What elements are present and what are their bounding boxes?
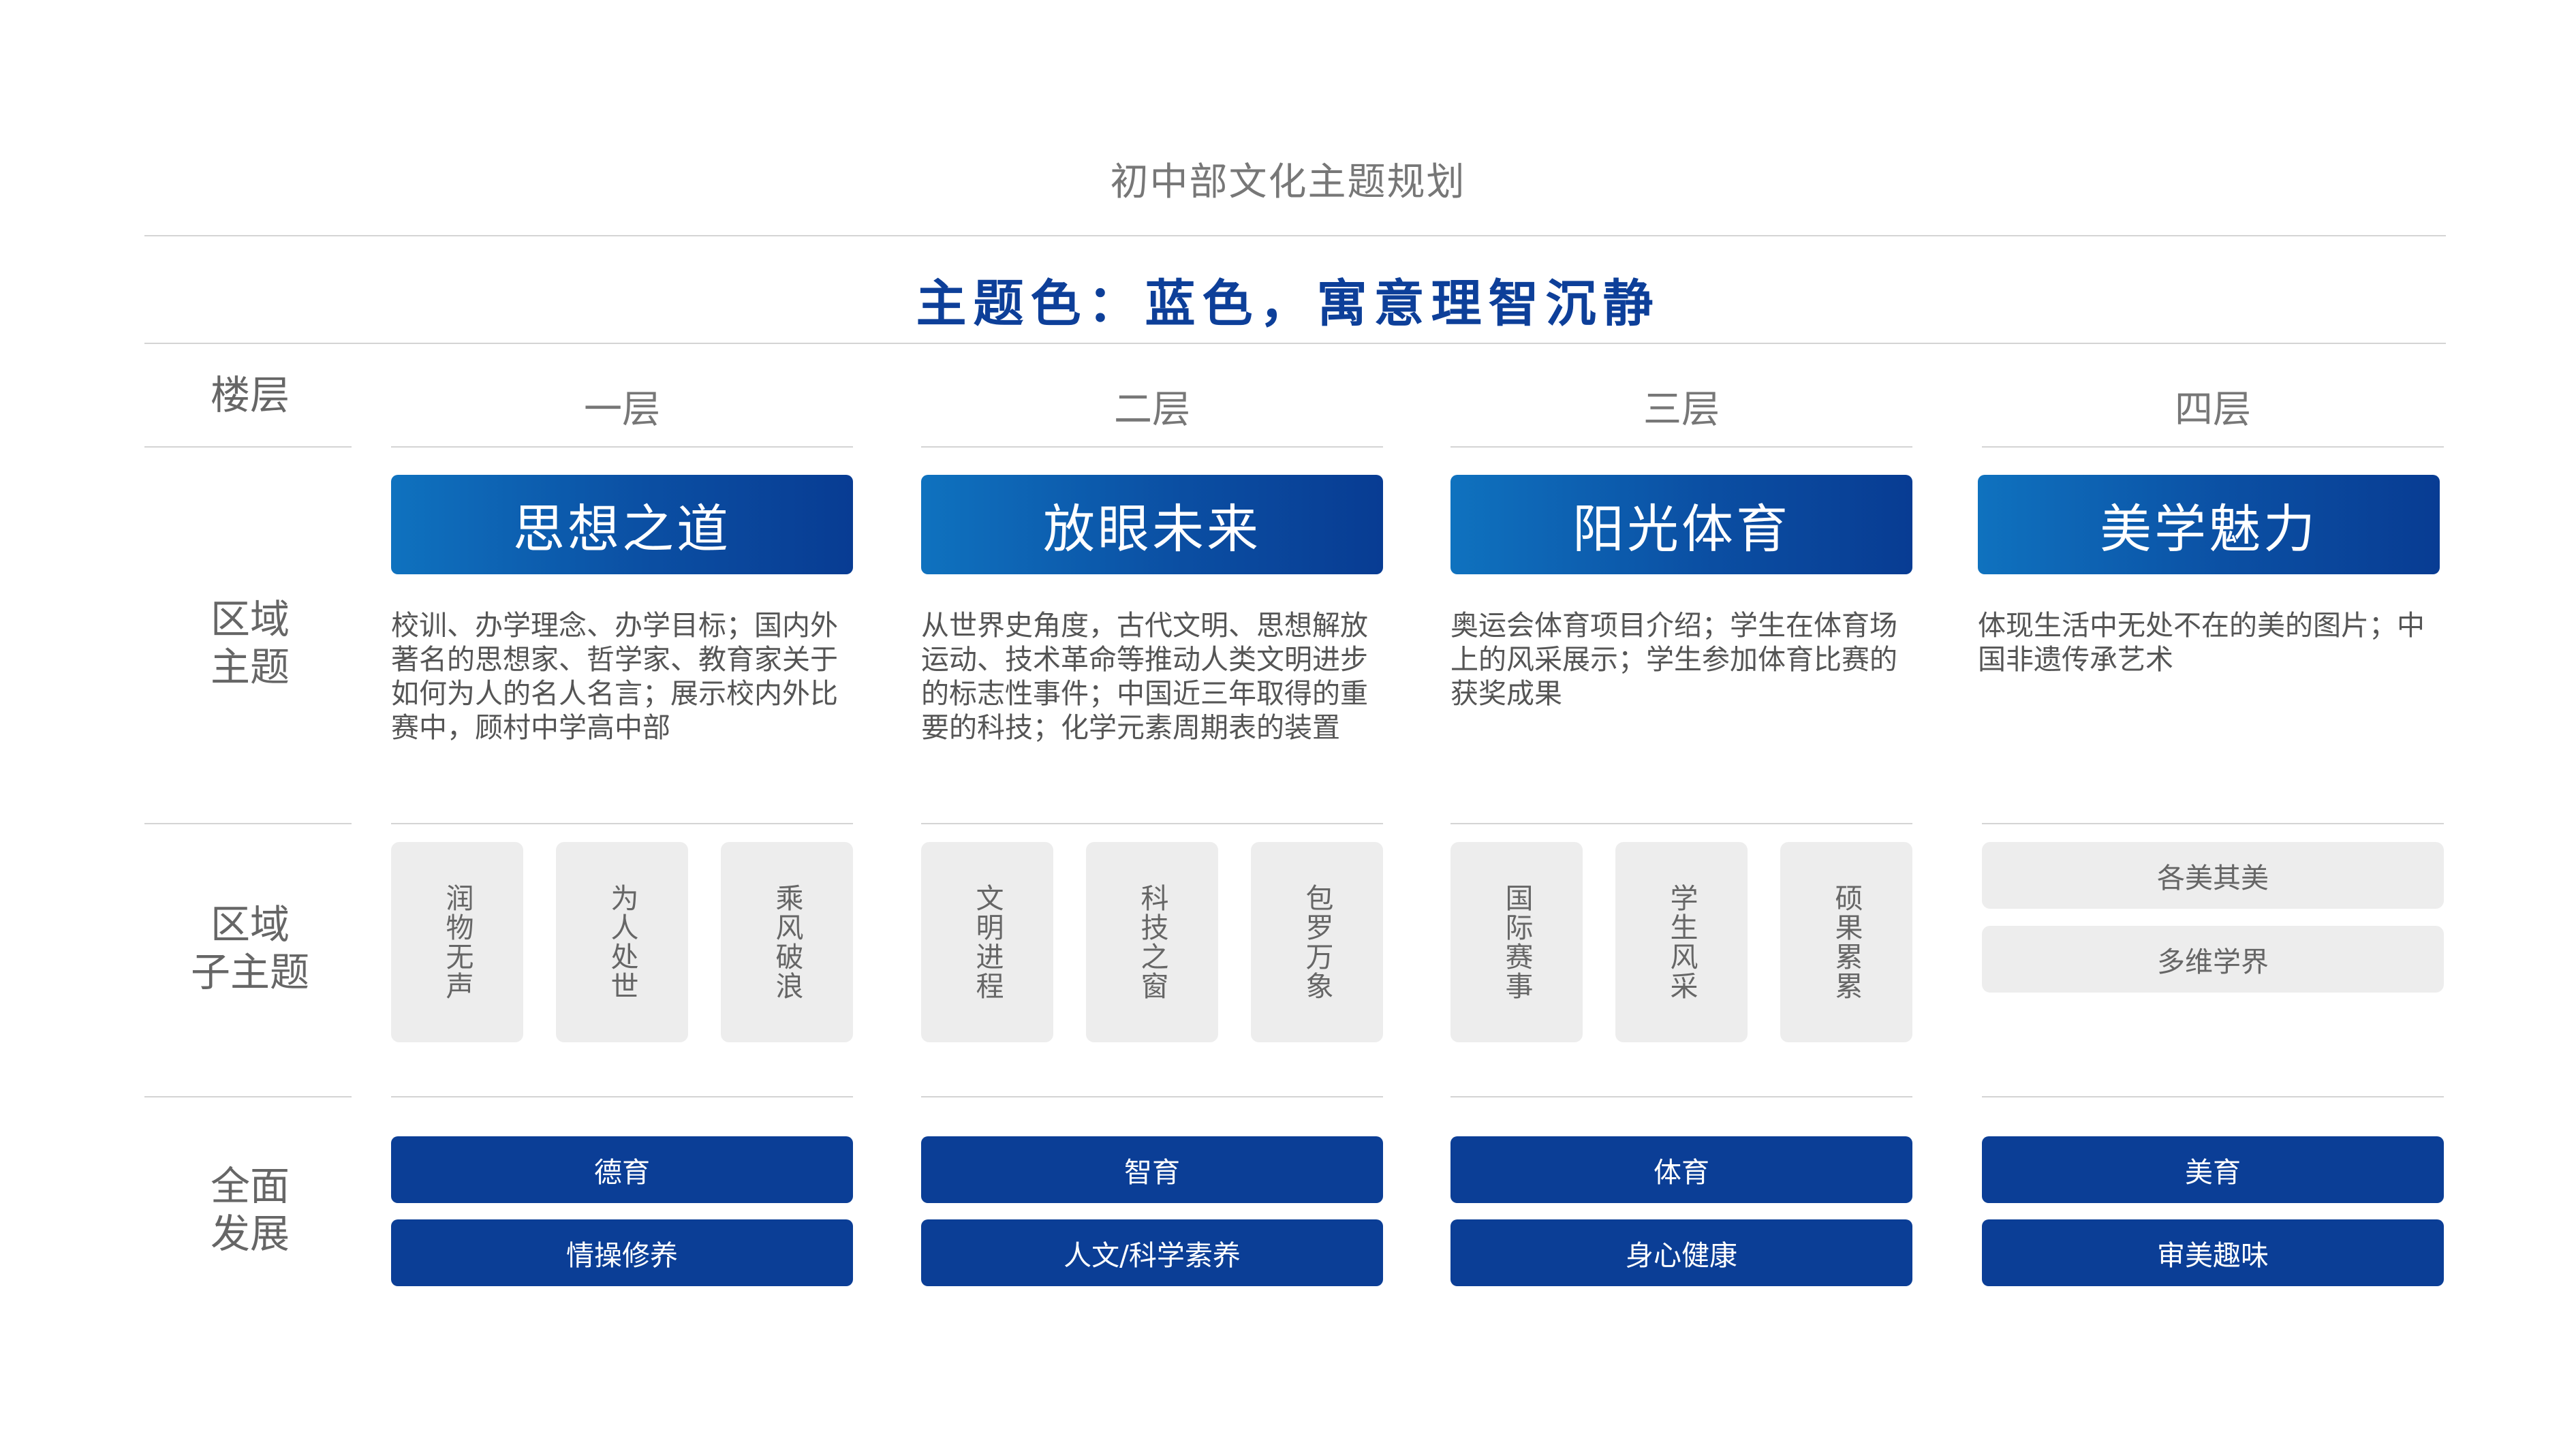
development-aspect-3: 身心健康: [1450, 1219, 1912, 1286]
zone-title-4: 美学魅力: [1978, 475, 2440, 574]
divider-banner: [144, 343, 2446, 344]
divider-floor-2: [921, 823, 1383, 824]
sub-theme-tile: 润物无声: [391, 842, 523, 1042]
sub-theme-label: 科技之窗: [1136, 884, 1168, 1001]
divider-label-col: [144, 823, 352, 824]
zone-title-1: 思想之道: [391, 475, 853, 574]
sub-theme-tile: 国际赛事: [1450, 842, 1583, 1042]
development-category-4: 美育: [1982, 1136, 2444, 1203]
row-label-sub-theme: 区域 子主题: [144, 901, 356, 996]
row-label-line: 区域: [210, 596, 290, 642]
development-aspect-1: 情操修养: [391, 1219, 853, 1286]
sub-theme-label: 文明进程: [971, 884, 1004, 1001]
zone-title-3: 阳光体育: [1450, 475, 1912, 574]
divider-floor-2: [921, 1096, 1383, 1097]
zone-description-3: 奥运会体育项目介绍；学生在体育场上的风采展示；学生参加体育比赛的获奖成果: [1450, 609, 1897, 710]
sub-theme-tile: 学生风采: [1615, 842, 1748, 1042]
divider-label-col: [144, 1096, 352, 1097]
floor-label-2: 二层: [1114, 388, 1190, 432]
row-label-line: 主题: [210, 644, 290, 690]
zone-description-2: 从世界史角度，古代文明、思想解放运动、技术革命等推动人类文明进步的标志性事件；中…: [921, 609, 1368, 744]
row-label-floor: 楼层: [144, 371, 356, 419]
divider-floor-1: [391, 446, 853, 448]
sub-theme-tile: 为人处世: [556, 842, 688, 1042]
sub-theme-tile: 硕果累累: [1780, 842, 1912, 1042]
divider-floor-1: [391, 1096, 853, 1097]
sub-theme-tile: 文明进程: [921, 842, 1053, 1042]
sub-theme-tile: 乘风破浪: [721, 842, 853, 1042]
development-category-2: 智育: [921, 1136, 1383, 1203]
row-label-development: 全面 发展: [144, 1162, 356, 1258]
row-label-line: 全面: [210, 1163, 290, 1209]
culture-theme-plan: 初中部文化主题规划 主题色：蓝色，寓意理智沉静 楼层 区域 主题 区域 子主题 …: [0, 0, 2576, 1449]
divider-floor-4: [1982, 1096, 2444, 1097]
divider-top: [144, 235, 2446, 236]
divider-floor-4: [1982, 823, 2444, 824]
sub-theme-bar: 多维学界: [1982, 926, 2444, 993]
development-category-1: 德育: [391, 1136, 853, 1203]
floor-label-1: 一层: [584, 388, 660, 432]
sub-theme-label: 硕果累累: [1830, 884, 1863, 1001]
sub-theme-label: 润物无声: [441, 884, 474, 1001]
sub-theme-label: 为人处世: [606, 884, 638, 1001]
row-label-line: 发展: [210, 1211, 290, 1257]
development-aspect-2: 人文/科学素养: [921, 1219, 1383, 1286]
divider-floor-4: [1982, 446, 2444, 448]
sub-theme-tile: 包罗万象: [1251, 842, 1383, 1042]
row-label-floor-text: 楼层: [210, 372, 290, 418]
row-label-line: 子主题: [190, 949, 309, 995]
sub-theme-label: 国际赛事: [1500, 884, 1533, 1001]
sub-theme-label: 乘风破浪: [771, 884, 803, 1001]
row-label-zone-theme: 区域 主题: [144, 595, 356, 691]
divider-floor-3: [1450, 446, 1912, 448]
sub-theme-label: 包罗万象: [1301, 884, 1333, 1001]
zone-title-2: 放眼未来: [921, 475, 1383, 574]
divider-floor-2: [921, 446, 1383, 448]
divider-floor-3: [1450, 1096, 1912, 1097]
row-label-line: 区域: [210, 901, 290, 948]
sub-theme-tile: 科技之窗: [1086, 842, 1218, 1042]
sub-theme-label: 学生风采: [1665, 884, 1698, 1001]
development-aspect-4: 审美趣味: [1982, 1219, 2444, 1286]
development-category-3: 体育: [1450, 1136, 1912, 1203]
zone-description-4: 体现生活中无处不在的美的图片；中国非遗传承艺术: [1978, 609, 2425, 676]
theme-color-banner: 主题色：蓝色，寓意理智沉静: [916, 275, 1660, 333]
divider-label-col: [144, 446, 352, 448]
page-title: 初中部文化主题规划: [1110, 160, 1466, 204]
divider-floor-3: [1450, 823, 1912, 824]
divider-floor-1: [391, 823, 853, 824]
floor-label-3: 三层: [1643, 388, 1720, 432]
sub-theme-bar: 各美其美: [1982, 842, 2444, 909]
floor-label-4: 四层: [2175, 388, 2251, 432]
zone-description-1: 校训、办学理念、办学目标；国内外著名的思想家、哲学家、教育家关于如何为人的名人名…: [391, 609, 838, 744]
